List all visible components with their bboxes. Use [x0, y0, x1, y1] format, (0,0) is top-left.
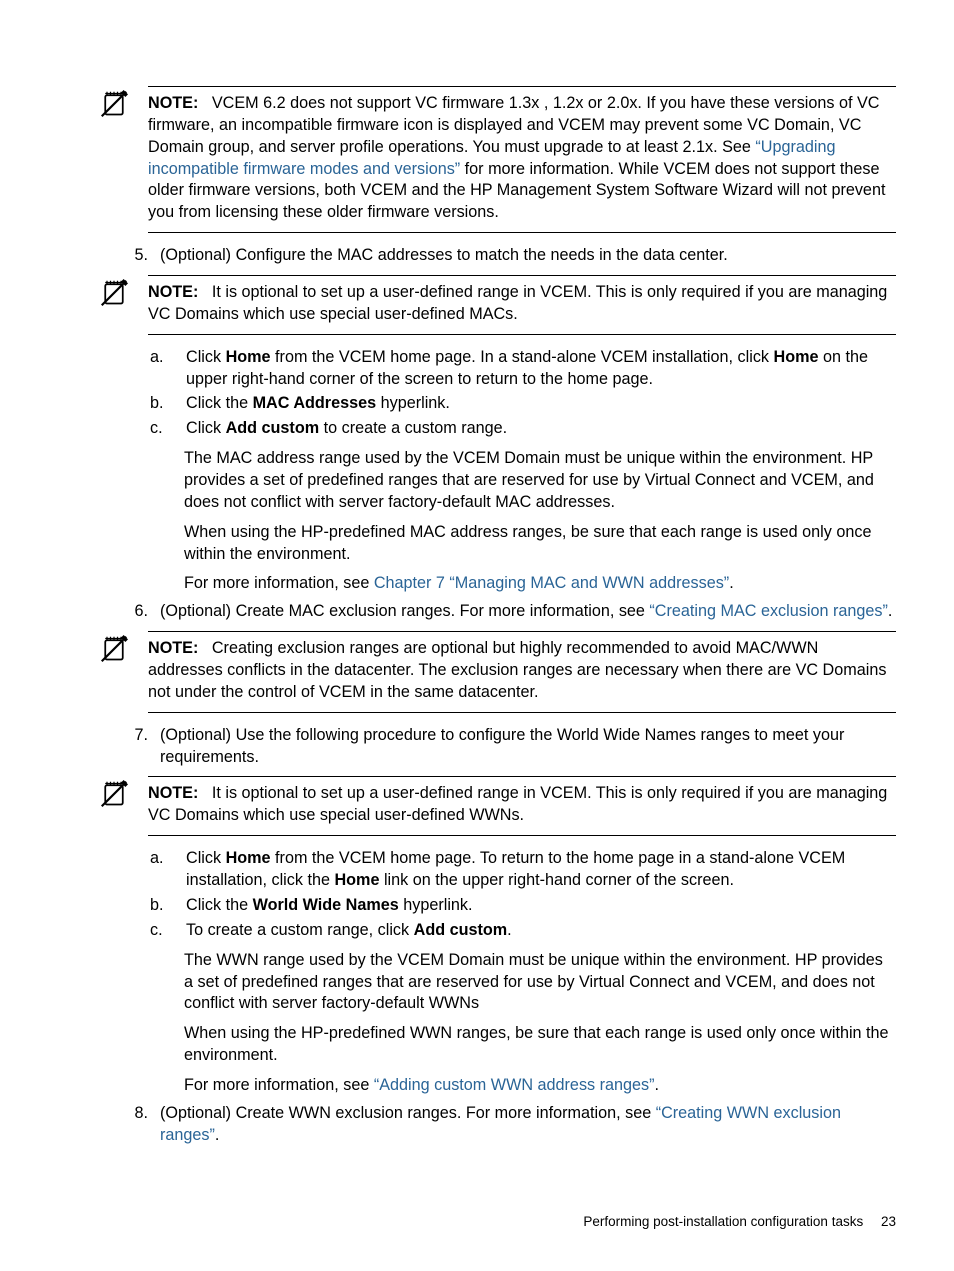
note-block: NOTE: VCEM 6.2 does not support VC firmw… — [148, 86, 896, 233]
note-body: Creating exclusion ranges are optional b… — [148, 639, 886, 701]
step-5: 5. (Optional) Configure the MAC addresse… — [104, 245, 896, 267]
substep-body: Click Home from the VCEM home page. To r… — [186, 848, 896, 892]
list-marker: 8. — [104, 1103, 160, 1147]
text: hyperlink. — [399, 896, 473, 914]
step-6: 6. (Optional) Create MAC exclusion range… — [104, 601, 896, 623]
list-marker: 7. — [104, 725, 160, 769]
note-text: NOTE: It is optional to set up a user-de… — [148, 282, 896, 326]
note-label: NOTE: — [148, 94, 198, 112]
note-label: NOTE: — [148, 283, 198, 301]
page-number: 23 — [881, 1214, 896, 1229]
content-column: NOTE: VCEM 6.2 does not support VC firmw… — [148, 86, 896, 1147]
text: Click — [186, 849, 226, 867]
ui-term: Home — [226, 348, 271, 366]
step-body: (Optional) Use the following procedure t… — [160, 725, 896, 769]
paragraph: For more information, see Chapter 7 “Man… — [184, 573, 896, 595]
note-icon — [100, 780, 128, 808]
substep-list: a. Click Home from the VCEM home page. T… — [148, 848, 896, 941]
list-marker: a. — [148, 347, 186, 391]
text: Click the — [186, 896, 253, 914]
substep-body: Click the World Wide Names hyperlink. — [186, 895, 896, 917]
substep-body: Click Add custom to create a custom rang… — [186, 418, 896, 440]
ui-term: Home — [226, 849, 271, 867]
text: (Optional) Create MAC exclusion ranges. … — [160, 602, 649, 620]
step-list: 5. (Optional) Configure the MAC addresse… — [148, 245, 896, 267]
text: For more information, see — [184, 1076, 374, 1094]
substep-c: c. Click Add custom to create a custom r… — [148, 418, 896, 440]
text: Click — [186, 348, 226, 366]
list-marker: 6. — [104, 601, 160, 623]
substep-c: c. To create a custom range, click Add c… — [148, 920, 896, 942]
link-chapter-7[interactable]: Chapter 7 “Managing MAC and WWN addresse… — [374, 574, 729, 592]
text: link on the upper right-hand corner of t… — [379, 871, 734, 889]
list-marker: b. — [148, 895, 186, 917]
step-body: (Optional) Create WWN exclusion ranges. … — [160, 1103, 896, 1147]
text: To create a custom range, click — [186, 921, 414, 939]
substep-a: a. Click Home from the VCEM home page. I… — [148, 347, 896, 391]
step-body: (Optional) Configure the MAC addresses t… — [160, 245, 896, 267]
text: . — [729, 574, 734, 592]
paragraph: The MAC address range used by the VCEM D… — [184, 448, 896, 514]
text: For more information, see — [184, 574, 374, 592]
list-marker: c. — [148, 418, 186, 440]
paragraph: For more information, see “Adding custom… — [184, 1075, 896, 1097]
text: Click — [186, 419, 226, 437]
ui-term: MAC Addresses — [253, 394, 377, 412]
note-block: NOTE: It is optional to set up a user-de… — [148, 275, 896, 335]
note-label: NOTE: — [148, 784, 198, 802]
note-label: NOTE: — [148, 639, 198, 657]
note-text: NOTE: It is optional to set up a user-de… — [148, 783, 896, 827]
step-body: (Optional) Create MAC exclusion ranges. … — [160, 601, 896, 623]
list-marker: a. — [148, 848, 186, 892]
substep-body: To create a custom range, click Add cust… — [186, 920, 896, 942]
paragraph: When using the HP-predefined WWN ranges,… — [184, 1023, 896, 1067]
step-list: 8. (Optional) Create WWN exclusion range… — [148, 1103, 896, 1147]
ui-term: Add custom — [226, 419, 320, 437]
ui-term: World Wide Names — [253, 896, 399, 914]
note-text: NOTE: Creating exclusion ranges are opti… — [148, 638, 896, 704]
paragraph: When using the HP-predefined MAC address… — [184, 522, 896, 566]
text: . — [507, 921, 512, 939]
substep-b: b. Click the MAC Addresses hyperlink. — [148, 393, 896, 415]
substep-b: b. Click the World Wide Names hyperlink. — [148, 895, 896, 917]
note-icon — [100, 279, 128, 307]
note-body: It is optional to set up a user-defined … — [148, 283, 887, 323]
step-list: 7. (Optional) Use the following procedur… — [148, 725, 896, 769]
list-marker: 5. — [104, 245, 160, 267]
footer-text: Performing post-installation configurati… — [583, 1214, 863, 1229]
link-mac-exclusion[interactable]: “Creating MAC exclusion ranges” — [649, 602, 887, 620]
note-icon — [100, 90, 128, 118]
text: Click the — [186, 394, 253, 412]
substep-list: a. Click Home from the VCEM home page. I… — [148, 347, 896, 440]
note-text: NOTE: VCEM 6.2 does not support VC firmw… — [148, 93, 896, 224]
page-footer: Performing post-installation configurati… — [583, 1213, 896, 1231]
ui-term: Add custom — [414, 921, 508, 939]
link-adding-wwn[interactable]: “Adding custom WWN address ranges” — [374, 1076, 655, 1094]
text: . — [215, 1126, 220, 1144]
page: NOTE: VCEM 6.2 does not support VC firmw… — [0, 0, 954, 1271]
text: from the VCEM home page. In a stand-alon… — [271, 348, 774, 366]
list-marker: b. — [148, 393, 186, 415]
note-body: It is optional to set up a user-defined … — [148, 784, 887, 824]
text: to create a custom range. — [319, 419, 507, 437]
substep-body: Click Home from the VCEM home page. In a… — [186, 347, 896, 391]
step-8: 8. (Optional) Create WWN exclusion range… — [104, 1103, 896, 1147]
text: . — [888, 602, 893, 620]
text: hyperlink. — [376, 394, 450, 412]
substep-a: a. Click Home from the VCEM home page. T… — [148, 848, 896, 892]
note-block: NOTE: It is optional to set up a user-de… — [148, 776, 896, 836]
substep-body: Click the MAC Addresses hyperlink. — [186, 393, 896, 415]
step-list: 6. (Optional) Create MAC exclusion range… — [148, 601, 896, 623]
list-marker: c. — [148, 920, 186, 942]
ui-term: Home — [774, 348, 819, 366]
note-icon — [100, 635, 128, 663]
note-block: NOTE: Creating exclusion ranges are opti… — [148, 631, 896, 713]
paragraph: The WWN range used by the VCEM Domain mu… — [184, 950, 896, 1016]
text: (Optional) Create WWN exclusion ranges. … — [160, 1104, 656, 1122]
ui-term: Home — [334, 871, 379, 889]
text: . — [655, 1076, 660, 1094]
step-7: 7. (Optional) Use the following procedur… — [104, 725, 896, 769]
